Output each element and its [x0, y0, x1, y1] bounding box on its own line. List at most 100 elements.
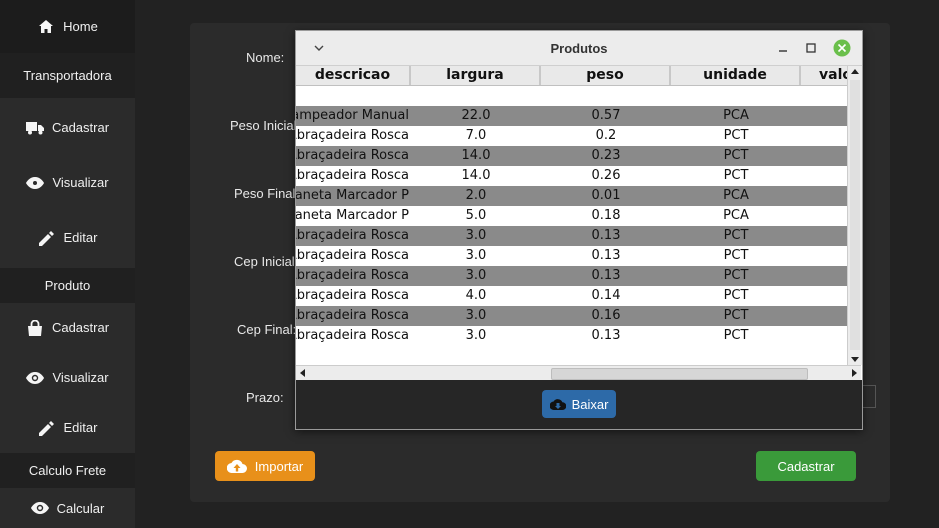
table-row[interactable]: Abraçadeira Rosca 4.0 0.14 PCT — [296, 286, 847, 306]
table-cell: 5.0 — [465, 208, 487, 223]
table-cell: PCT — [723, 128, 749, 143]
table-row[interactable]: Abraçadeira Rosca 3.0 0.13 PCT — [296, 246, 847, 266]
table-cell: PCT — [723, 308, 749, 323]
table-header: descricao largura peso unidade valor — [296, 66, 847, 86]
sidebar-item-label: Calcular — [56, 500, 105, 516]
sidebar: Home Transportadora Cadastrar Visualizar… — [0, 0, 135, 528]
sidebar-item-home[interactable]: Home — [0, 0, 135, 53]
sidebar-item-label: Home — [63, 19, 98, 34]
table-cell: 4.0 — [465, 288, 487, 303]
cadastrar-label: Cadastrar — [777, 458, 835, 474]
horizontal-scrollbar[interactable] — [296, 365, 861, 380]
table-cell: 0.13 — [591, 328, 621, 343]
table-cell: 3.0 — [465, 308, 487, 323]
table-cell: 0.18 — [591, 208, 621, 223]
table-cell: 14.0 — [461, 168, 491, 183]
table-cell: 3.0 — [465, 248, 487, 263]
table-cell: 0.23 — [591, 148, 621, 163]
cloud-download-icon — [549, 399, 566, 410]
produtos-dialog: Produtos descricao largura peso unidade … — [295, 30, 863, 430]
table-cell: Abraçadeira Rosca — [296, 228, 409, 243]
cep-inicial-label: Cep Inicial: — [234, 254, 299, 269]
dialog-titlebar[interactable]: Produtos — [296, 31, 862, 66]
sidebar-item-produto-visualizar[interactable]: Visualizar — [0, 350, 135, 405]
table-cell: Grampeador Manual — [296, 108, 409, 123]
scroll-arrows-icon — [850, 69, 860, 362]
truck-icon — [25, 119, 44, 137]
dialog-footer: Baixar — [296, 380, 862, 429]
table-cell: 0.26 — [591, 168, 621, 183]
sidebar-item-label: Editar — [63, 230, 98, 245]
table-cell: PCT — [723, 248, 749, 263]
table-cell: 22.0 — [461, 108, 491, 123]
cep-final-label: Cep Final: — [237, 322, 297, 337]
baixar-button[interactable]: Baixar — [542, 390, 616, 418]
produtos-table[interactable]: descricao largura peso unidade valor Gra… — [296, 66, 847, 365]
column-header[interactable]: descricao — [296, 66, 411, 85]
table-cell: 0.01 — [591, 188, 621, 203]
sidebar-item-transportadora-visualizar[interactable]: Visualizar — [0, 155, 135, 210]
table-row[interactable]: Abraçadeira Rosca 3.0 0.13 PCT — [296, 266, 847, 286]
table-cell: PCT — [723, 328, 749, 343]
table-row[interactable]: Abraçadeira Rosca 3.0 0.13 PCT — [296, 226, 847, 246]
table-cell: Abraçadeira Rosca — [296, 308, 409, 323]
sidebar-item-transportadora-editar[interactable]: Editar — [0, 210, 135, 265]
eye-icon — [26, 369, 45, 387]
importar-button[interactable]: Importar — [215, 451, 315, 481]
column-header[interactable]: peso — [541, 66, 671, 85]
table-cell: 3.0 — [465, 328, 487, 343]
sidebar-item-label: Visualizar — [52, 370, 109, 385]
sidebar-header-frete: Calculo Frete — [0, 453, 135, 488]
table-cell: 14.0 — [461, 148, 491, 163]
table-cell: PCA — [723, 188, 749, 203]
column-header[interactable]: unidade — [671, 66, 801, 85]
sidebar-item-produto-editar[interactable]: Editar — [0, 400, 135, 455]
table-cell: Abraçadeira Rosca — [296, 268, 409, 283]
sidebar-item-label: Visualizar — [52, 175, 109, 190]
table-row[interactable]: Abraçadeira Rosca 3.0 0.13 PCT — [296, 326, 847, 346]
cadastrar-button[interactable]: Cadastrar — [756, 451, 856, 481]
scroll-thumb[interactable] — [551, 368, 808, 380]
sidebar-item-produto-cadastrar[interactable]: Cadastrar — [0, 300, 135, 355]
table-row[interactable]: Abraçadeira Rosca 14.0 0.26 PCT — [296, 166, 847, 186]
table-row[interactable]: Caneta Marcador P 2.0 0.01 PCA — [296, 186, 847, 206]
pencil-icon — [38, 229, 56, 247]
table-cell: Abraçadeira Rosca — [296, 248, 409, 263]
table-row[interactable]: Grampeador Manual 22.0 0.57 PCA — [296, 106, 847, 126]
cloud-upload-icon — [226, 459, 247, 473]
table-cell: 0.14 — [591, 288, 621, 303]
table-cell: Abraçadeira Rosca — [296, 148, 409, 163]
table-cell: 3.0 — [465, 268, 487, 283]
sidebar-item-frete-calcular[interactable]: Calcular — [0, 488, 135, 528]
baixar-label: Baixar — [571, 396, 609, 412]
home-icon — [37, 18, 55, 36]
table-cell: 0.2 — [595, 128, 617, 143]
maximize-icon[interactable] — [802, 39, 820, 57]
sidebar-item-label: Editar — [63, 420, 98, 435]
eye-icon — [30, 499, 49, 517]
sidebar-item-transportadora-cadastrar[interactable]: Cadastrar — [0, 100, 135, 155]
table-cell: 3.0 — [465, 228, 487, 243]
table-row[interactable]: Abraçadeira Rosca 7.0 0.2 PCT — [296, 126, 847, 146]
table-cell: PCT — [723, 288, 749, 303]
column-header[interactable]: valor — [801, 66, 847, 85]
table-cell: Caneta Marcador P — [296, 208, 409, 223]
vertical-scrollbar[interactable] — [847, 66, 862, 365]
peso-final-label: Peso Final: — [234, 186, 300, 201]
table-cell: Abraçadeira Rosca — [296, 128, 409, 143]
column-header[interactable]: largura — [411, 66, 541, 85]
table-row[interactable]: Caneta Marcador P 5.0 0.18 PCA — [296, 206, 847, 226]
table-cell: PCT — [723, 268, 749, 283]
sidebar-item-label: Cadastrar — [51, 320, 110, 335]
close-icon[interactable] — [833, 39, 851, 57]
table-cell: Abraçadeira Rosca — [296, 328, 409, 343]
sidebar-item-label: Cadastrar — [51, 120, 110, 135]
section-title: Produto — [44, 278, 91, 293]
section-title: Calculo Frete — [28, 463, 107, 478]
table-row[interactable]: Abraçadeira Rosca 3.0 0.16 PCT — [296, 306, 847, 326]
shopping-bag-icon — [26, 319, 44, 337]
table-cell: PCA — [723, 208, 749, 223]
table-row[interactable]: Abraçadeira Rosca 14.0 0.23 PCT — [296, 146, 847, 166]
minimize-icon[interactable] — [774, 39, 792, 57]
table-cell: 0.13 — [591, 228, 621, 243]
